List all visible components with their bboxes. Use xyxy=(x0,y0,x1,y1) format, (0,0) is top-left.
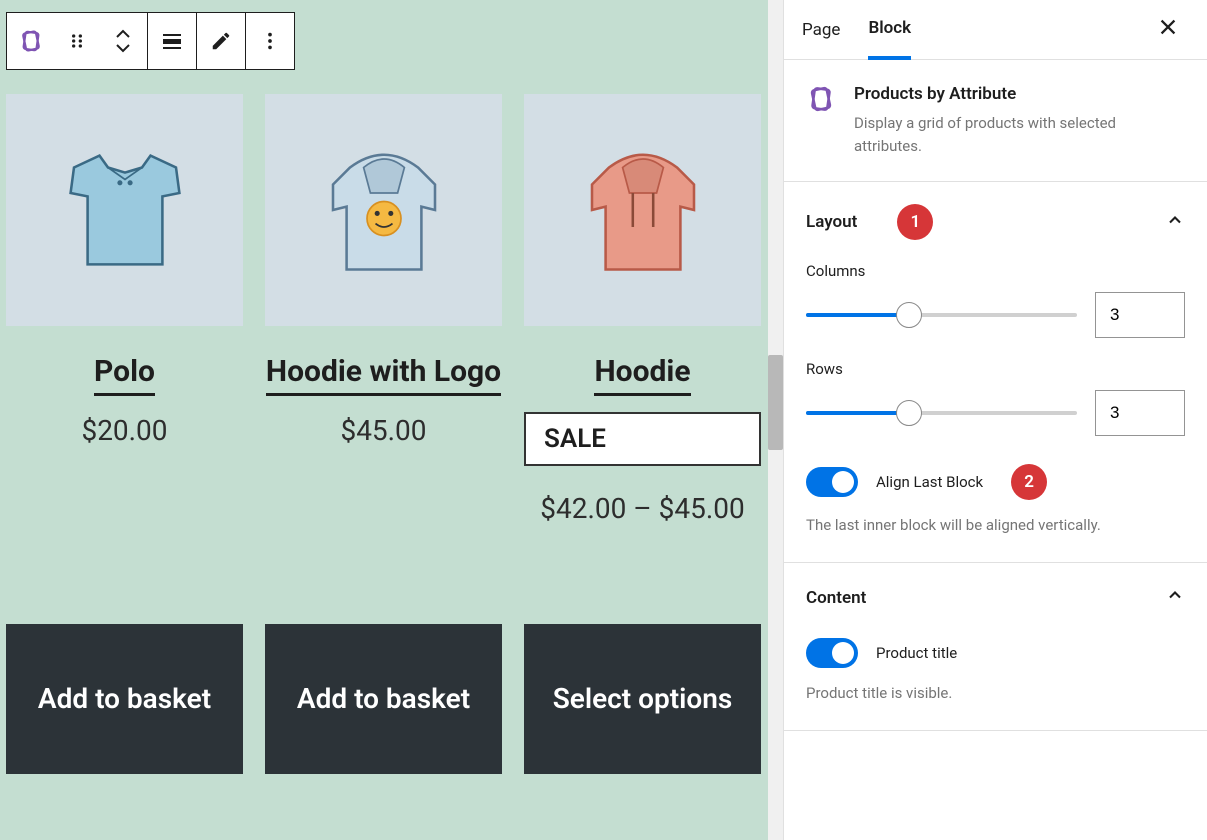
content-section: Content Product title Product title is v… xyxy=(784,563,1207,731)
product-image xyxy=(265,94,502,326)
layout-section: Layout 1 Columns Rows xyxy=(784,182,1207,563)
block-header-icon xyxy=(806,84,836,157)
rows-label: Rows xyxy=(806,360,1185,378)
rows-slider[interactable] xyxy=(806,411,1077,415)
editor-canvas: Polo $20.00 Add to basket Hoodie with Lo… xyxy=(0,0,783,840)
product-title[interactable]: Polo xyxy=(6,352,243,396)
add-to-basket-button[interactable]: Add to basket xyxy=(265,624,502,774)
editor-scrollbar[interactable] xyxy=(768,0,783,840)
product-image xyxy=(524,94,761,326)
settings-sidebar: Page Block Products by Attribute Display… xyxy=(783,0,1207,840)
block-header-desc: Display a grid of products with selected… xyxy=(854,112,1185,157)
block-toolbar xyxy=(6,12,295,70)
product-title-toggle-label: Product title xyxy=(876,644,957,662)
columns-label: Columns xyxy=(806,262,1185,280)
product-card: Polo $20.00 Add to basket xyxy=(6,94,243,774)
product-card: Hoodie with Logo $45.00 Add to basket xyxy=(265,94,502,774)
align-last-block-toggle[interactable] xyxy=(806,467,858,497)
move-up-down[interactable] xyxy=(109,27,137,55)
close-icon[interactable] xyxy=(1157,16,1179,42)
slider-thumb[interactable] xyxy=(896,302,922,328)
content-section-toggle[interactable]: Content xyxy=(806,585,1185,610)
block-type-icon[interactable] xyxy=(17,27,45,55)
product-title[interactable]: Hoodie with Logo xyxy=(265,352,502,396)
sale-badge: SALE xyxy=(524,396,761,466)
product-price: $42.00 – $45.00 xyxy=(524,484,761,534)
scrollbar-thumb[interactable] xyxy=(768,355,783,450)
align-last-block-label: Align Last Block xyxy=(876,473,983,491)
align-helper-text: The last inner block will be aligned ver… xyxy=(806,516,1185,534)
drag-handle-icon[interactable] xyxy=(63,27,91,55)
align-icon[interactable] xyxy=(158,27,186,55)
product-image xyxy=(6,94,243,326)
block-header-title: Products by Attribute xyxy=(854,84,1185,104)
product-price: $20.00 xyxy=(6,414,243,447)
content-title: Content xyxy=(806,588,866,608)
product-price: $45.00 xyxy=(265,414,502,447)
tab-page[interactable]: Page xyxy=(802,20,840,58)
sidebar-tabs: Page Block xyxy=(784,0,1207,60)
product-title[interactable]: Hoodie xyxy=(524,352,761,396)
products-grid: Polo $20.00 Add to basket Hoodie with Lo… xyxy=(6,94,761,774)
slider-thumb[interactable] xyxy=(896,400,922,426)
annotation-badge-1: 1 xyxy=(897,204,933,240)
product-card: Hoodie SALE $42.00 – $45.00 Select optio… xyxy=(524,94,761,774)
product-title-helper: Product title is visible. xyxy=(806,684,1185,702)
product-title-toggle[interactable] xyxy=(806,638,858,668)
rows-input[interactable] xyxy=(1095,390,1185,436)
block-header: Products by Attribute Display a grid of … xyxy=(784,60,1207,182)
add-to-basket-button[interactable]: Add to basket xyxy=(6,624,243,774)
layout-title: Layout xyxy=(806,212,857,232)
more-options-icon[interactable] xyxy=(256,27,284,55)
columns-slider[interactable] xyxy=(806,313,1077,317)
chevron-up-icon xyxy=(1165,585,1185,610)
chevron-up-icon xyxy=(1165,210,1185,235)
layout-section-toggle[interactable]: Layout 1 xyxy=(806,204,1185,240)
edit-icon[interactable] xyxy=(207,27,235,55)
columns-input[interactable] xyxy=(1095,292,1185,338)
annotation-badge-2: 2 xyxy=(1011,464,1047,500)
select-options-button[interactable]: Select options xyxy=(524,624,761,774)
tab-block[interactable]: Block xyxy=(868,18,911,60)
